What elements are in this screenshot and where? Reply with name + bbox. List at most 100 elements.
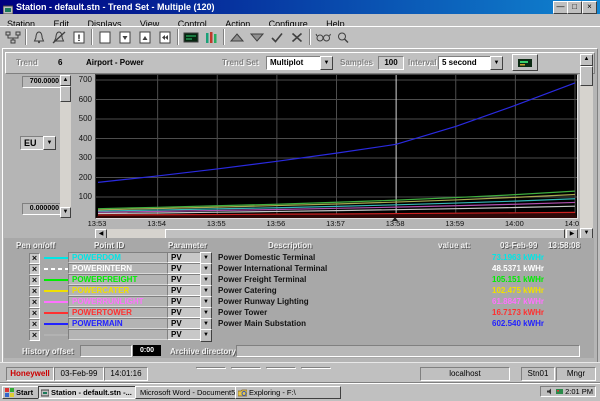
pen-checkbox[interactable]: × [29, 275, 40, 286]
minimize-button[interactable]: — [553, 1, 568, 14]
point-description: Power Freight Terminal [218, 275, 478, 285]
interval-dropdown-icon[interactable]: ▼ [490, 56, 503, 70]
interval-select[interactable]: 5 second [438, 56, 495, 70]
task-station[interactable]: Station - default.stn -... [38, 386, 138, 399]
scale-max-field[interactable]: 700.0000 [22, 76, 61, 88]
svg-text:!: ! [78, 33, 81, 43]
pen-color-sample [44, 268, 68, 270]
windows-logo-icon [5, 388, 14, 397]
samples-label: Samples [340, 57, 373, 69]
history-offset-label: History offset [22, 347, 74, 356]
trend-plot[interactable] [95, 74, 578, 219]
display-scrollbar[interactable]: ▲ ▼ [580, 54, 593, 240]
trend-set-dropdown-icon[interactable]: ▼ [320, 56, 333, 70]
cancel-icon[interactable] [287, 29, 307, 46]
status-time: 14:01:16 [104, 367, 148, 381]
col-description-header: Description [268, 241, 312, 250]
lower-icon[interactable] [247, 29, 267, 46]
raise-icon[interactable] [227, 29, 247, 46]
point-description: Power Runway Lighting [218, 297, 478, 307]
pen-color-sample [44, 290, 68, 292]
pen-color-sample [44, 257, 68, 259]
console-icon[interactable] [181, 29, 201, 46]
parameter-field[interactable]: PV [167, 252, 202, 263]
pen-checkbox[interactable]: × [29, 286, 40, 297]
pen-checkbox[interactable]: × [29, 297, 40, 308]
history-offset-input[interactable] [80, 345, 132, 357]
find-icon[interactable] [313, 29, 333, 46]
zoom-icon[interactable] [333, 29, 353, 46]
parameter-field[interactable]: PV [167, 296, 202, 307]
parameter-field[interactable]: PV [167, 285, 202, 296]
trend-icon[interactable] [201, 29, 221, 46]
point-id-field[interactable]: POWERMAIN [68, 318, 169, 329]
time-cursor-marker[interactable] [392, 217, 398, 221]
status-empty-cell [231, 367, 261, 369]
accept-icon[interactable] [267, 29, 287, 46]
alarm-page-icon[interactable]: ! [69, 29, 89, 46]
point-description: Power Main Substation [218, 319, 478, 329]
parameter-field[interactable]: PV [167, 263, 202, 274]
col-pointid-header: Point ID [94, 241, 124, 250]
point-id-field[interactable]: POWERCATER [68, 285, 169, 296]
samples-field[interactable]: 100 [378, 56, 404, 70]
window-title: Station - default.stn - Trend Set - Mult… [16, 1, 215, 13]
parameter-dropdown-icon[interactable]: ▼ [200, 329, 212, 342]
explorer-icon [238, 389, 247, 397]
page-down-icon[interactable] [115, 29, 135, 46]
status-empty-cell [301, 367, 331, 369]
task-word[interactable]: W Microsoft Word - Document5 [135, 386, 238, 399]
point-id-field[interactable] [68, 329, 169, 340]
maximize-button[interactable]: □ [567, 1, 582, 14]
point-value: 48.5371 kWHr [492, 264, 584, 274]
title-bar: Station - default.stn - Trend Set - Mult… [0, 0, 600, 14]
pen-color-sample [44, 279, 68, 281]
display-scroll-thumb[interactable] [580, 66, 593, 86]
pen-checkbox[interactable]: × [29, 253, 40, 264]
page-icon[interactable] [95, 29, 115, 46]
point-value: 73.1963 kWHr [492, 253, 584, 263]
point-id-field[interactable]: POWERFREIGHT [68, 274, 169, 285]
status-host: localhost [420, 367, 510, 381]
task-explorer[interactable]: Exploring - F:\ [235, 386, 341, 399]
history-offset-time: 0:00 [133, 345, 161, 356]
parameter-field[interactable]: PV [167, 318, 202, 329]
point-description: Power Domestic Terminal [218, 253, 478, 263]
col-pen-header: Pen on/off [16, 241, 55, 250]
parameter-field[interactable]: PV [167, 329, 202, 340]
trend-config-button[interactable] [512, 54, 538, 71]
alarm-bell-icon[interactable] [29, 29, 49, 46]
parameter-field[interactable]: PV [167, 307, 202, 318]
network-icon[interactable] [3, 29, 23, 46]
volume-icon[interactable] [547, 388, 554, 395]
scale-min-field[interactable]: 0.000000 [22, 203, 61, 215]
archive-directory-input[interactable] [236, 345, 580, 357]
pen-checkbox[interactable]: × [29, 330, 40, 341]
point-description: Power Catering [218, 286, 478, 296]
tray-station-icon[interactable] [556, 388, 563, 395]
page-repeat-icon[interactable] [155, 29, 175, 46]
alarm-disable-icon[interactable] [49, 29, 69, 46]
taskbar-clock: 2:01 PM [565, 387, 593, 396]
point-id-field[interactable]: POWERINTERN [68, 263, 169, 274]
point-value: 16.7173 kWHr [492, 308, 584, 318]
parameter-field[interactable]: PV [167, 274, 202, 285]
value-at-time: 13:58:08 [548, 241, 580, 250]
point-id-field[interactable]: POWERDOM [68, 252, 169, 263]
taskbar: Start Station - default.stn -... W Micro… [0, 383, 600, 401]
close-button[interactable]: × [582, 1, 597, 14]
trend-number: 6 [58, 57, 62, 69]
trend-label: Trend [16, 57, 38, 69]
trend-set-select[interactable]: Multiplot [266, 56, 325, 70]
pen-checkbox[interactable]: × [29, 308, 40, 319]
pen-checkbox[interactable]: × [29, 319, 40, 330]
scroll-up-icon[interactable]: ▲ [580, 54, 593, 66]
point-id-field[interactable]: POWERTOWER [68, 307, 169, 318]
start-button[interactable]: Start [2, 386, 41, 399]
page-up-icon[interactable] [135, 29, 155, 46]
unit-dropdown-icon[interactable]: ▼ [43, 136, 56, 150]
honeywell-brand: Honeywell [6, 367, 54, 381]
pen-checkbox[interactable]: × [29, 264, 40, 275]
point-id-field[interactable]: POWERRUNLIGHT [68, 296, 169, 307]
col-parameter-header: Parameter [168, 241, 207, 250]
